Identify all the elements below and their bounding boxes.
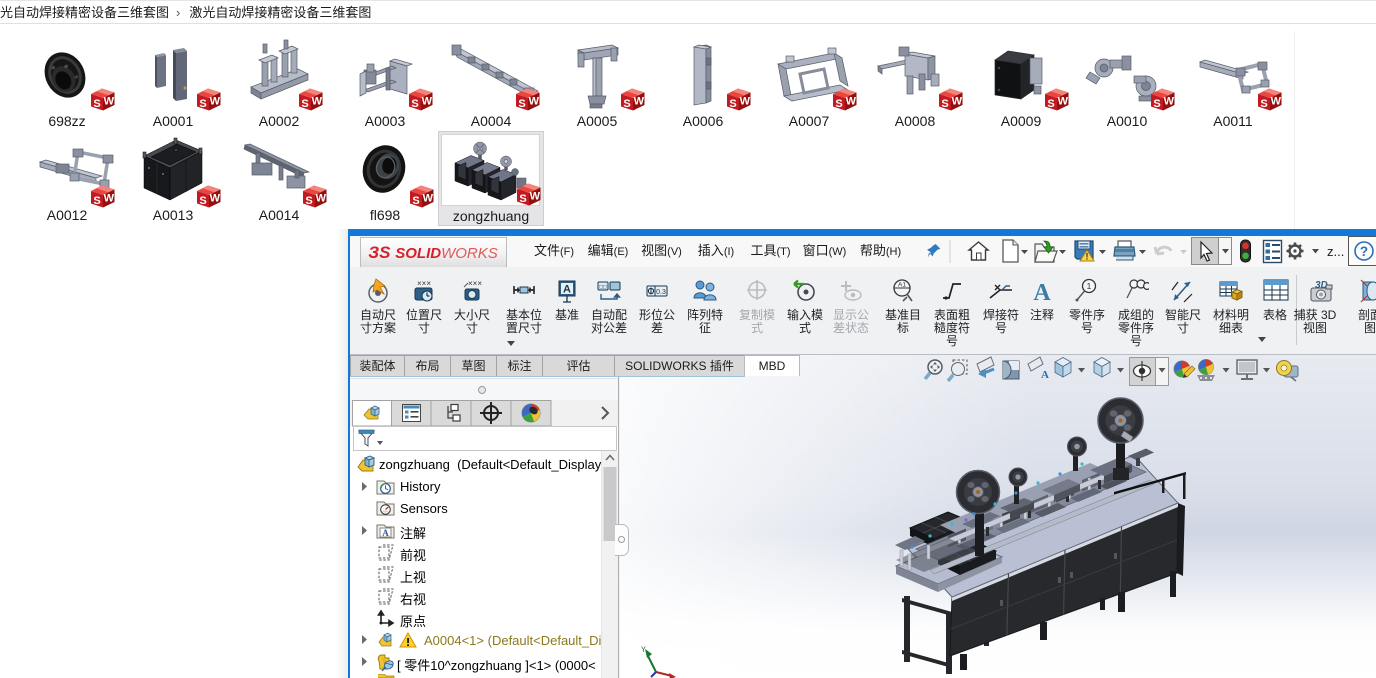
svg-text:A1: A1	[898, 282, 906, 289]
svg-text:□□: □□	[599, 285, 607, 291]
svg-text:?: ?	[1360, 244, 1368, 259]
svg-text:z...: z...	[1327, 244, 1344, 259]
svg-text:0.3: 0.3	[656, 289, 666, 296]
svg-text:×××: ×××	[468, 279, 482, 288]
svg-text:!: !	[1086, 252, 1089, 262]
svg-text:ЗS SOLIDWORKS: ЗS SOLIDWORKS	[368, 243, 498, 262]
svg-text:×××: ×××	[417, 279, 431, 288]
svg-text:A: A	[1041, 369, 1049, 381]
svg-text:1: 1	[1087, 281, 1092, 291]
svg-text:A: A	[1033, 280, 1051, 304]
svg-text:A: A	[563, 284, 571, 296]
svg-text:A: A	[382, 528, 389, 538]
svg-text:Y: Y	[641, 646, 646, 655]
